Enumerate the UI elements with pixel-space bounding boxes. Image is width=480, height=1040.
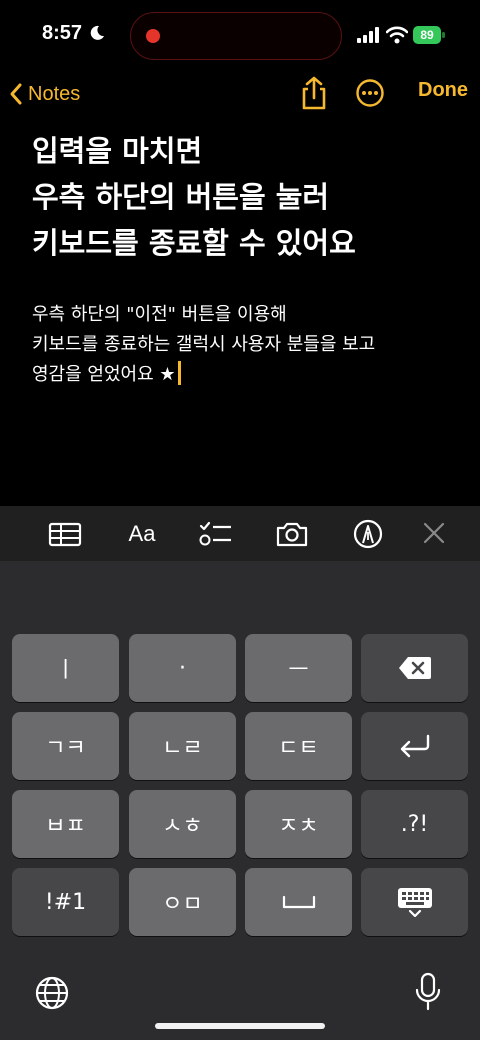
close-icon[interactable] <box>416 518 452 550</box>
key-d-t[interactable]: ㄷㅌ <box>245 712 352 780</box>
return-icon <box>400 734 429 758</box>
space-icon <box>282 895 315 909</box>
keyboard-dismiss-icon <box>397 888 432 918</box>
more-options-icon[interactable] <box>355 78 385 108</box>
key-s-h[interactable]: ㅅㅎ <box>129 790 236 858</box>
share-icon[interactable] <box>298 76 330 110</box>
note-body-line: 우측 하단의 "이전" 버튼을 이용해 <box>32 304 287 325</box>
dynamic-island[interactable] <box>130 12 342 60</box>
return-key[interactable] <box>361 712 468 780</box>
text-cursor <box>177 361 181 385</box>
status-time: 8:57 <box>42 22 83 44</box>
key-j-ch[interactable]: ㅈㅊ <box>245 790 352 858</box>
space-key[interactable] <box>245 868 352 936</box>
dismiss-keyboard-key[interactable] <box>361 868 468 936</box>
key-i[interactable]: ㅣ <box>12 634 119 702</box>
chevron-left-icon <box>10 83 22 105</box>
done-button[interactable]: Done <box>404 79 468 102</box>
moon-icon <box>90 25 104 40</box>
note-body-line: 키보드를 종료하는 갤럭시 사용자 분들을 보고 <box>32 334 376 355</box>
note-body[interactable]: 우측 하단의 "이전" 버튼을 이용해 키보드를 종료하는 갤럭시 사용자 분들… <box>32 300 462 390</box>
note-title[interactable]: 입력을 마치면 우측 하단의 버튼을 눌러 키보드를 종료할 수 있어요 <box>32 128 462 266</box>
key-g-k[interactable]: ㄱㅋ <box>12 712 119 780</box>
key-cheonjiin-dot[interactable]: · <box>129 634 236 702</box>
key-eu[interactable]: ㅡ <box>245 634 352 702</box>
note-body-line: 영감을 얻었어요 ★ <box>32 360 462 390</box>
back-label: Notes <box>28 82 81 105</box>
symbols-key[interactable]: !#1 <box>12 868 119 936</box>
camera-icon[interactable] <box>274 518 310 550</box>
punctuation-key[interactable]: .?! <box>361 790 468 858</box>
formatting-toolbar: Aa <box>0 506 480 562</box>
globe-icon[interactable] <box>34 975 70 1011</box>
table-icon[interactable] <box>47 518 83 550</box>
back-button[interactable]: Notes <box>8 76 80 112</box>
microphone-icon[interactable] <box>414 972 442 1012</box>
cellular-signal-icon <box>357 27 379 43</box>
delete-key[interactable] <box>361 634 468 702</box>
checklist-icon[interactable] <box>198 518 234 550</box>
note-title-line: 입력을 마치면 <box>32 134 203 168</box>
key-n-r[interactable]: ㄴㄹ <box>129 712 236 780</box>
key-b-p[interactable]: ㅂㅍ <box>12 790 119 858</box>
note-title-line: 키보드를 종료할 수 있어요 <box>32 226 356 260</box>
note-title-line: 우측 하단의 버튼을 눌러 <box>32 180 330 214</box>
home-indicator[interactable] <box>155 1023 325 1029</box>
recording-indicator-icon <box>146 29 160 43</box>
markup-pen-icon[interactable] <box>350 518 386 550</box>
key-ng-m[interactable]: ㅇㅁ <box>129 868 236 936</box>
backspace-icon <box>398 657 431 679</box>
wifi-icon <box>386 26 408 44</box>
battery-level: 89 <box>420 28 434 42</box>
text-format-button[interactable]: Aa <box>122 518 162 550</box>
